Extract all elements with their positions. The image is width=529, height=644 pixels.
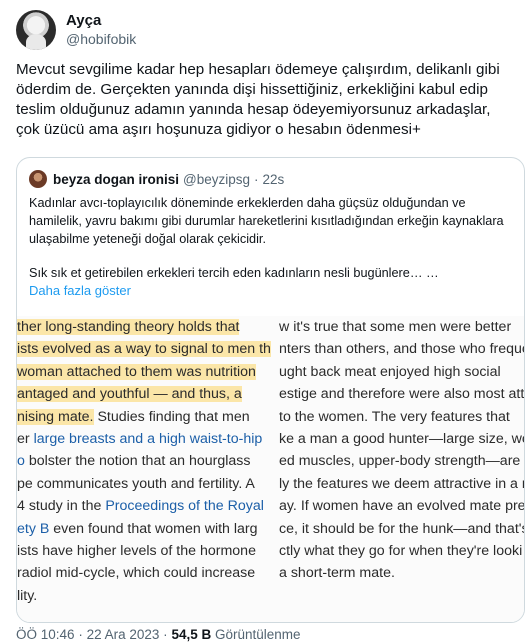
article-highlighted-text: ther long-standing theory holds that <box>17 319 240 335</box>
author-handle[interactable]: @hobifobik <box>66 30 136 48</box>
article-line: ce, it should be for the hunk—and that's <box>279 520 525 537</box>
quoted-tweet[interactable]: beyza dogan ironisi @beyzipsg · 22s Kadı… <box>16 157 525 623</box>
tweet-text: Mevcut sevgilime kadar hep hesapları öde… <box>16 61 500 138</box>
tweet-header: Ayça @hobifobik <box>16 10 513 50</box>
article-line: ught back meat enjoyed high social <box>279 363 501 380</box>
tweet-meta: ÖÖ 10:46 · 22 Ara 2023 · 54,5 B Görüntül… <box>16 627 301 643</box>
author-avatar[interactable] <box>16 10 56 50</box>
article-text: er <box>17 431 34 448</box>
article-highlighted-text: woman attached to them was nutrition <box>17 363 256 380</box>
article-text: 4 study in the <box>17 498 106 515</box>
quoted-media-image[interactable]: ther long-standing theory holds that ists… <box>17 316 525 622</box>
article-line: nising mate. Studies finding that men <box>17 406 272 428</box>
article-text: lity. <box>17 587 38 604</box>
article-line: pe communicates youth and fertility. A <box>17 473 272 495</box>
article-highlighted-text: nising mate. <box>17 408 94 425</box>
article-text: even found that women with larg <box>49 520 258 537</box>
article-line: estige and therefore were also most attr… <box>279 386 525 403</box>
quoted-author-handle: @beyzipsg <box>183 171 251 187</box>
article-right-column: w it's true that some men were better nte… <box>279 316 525 622</box>
article-line: ed muscles, upper-body strength—are e <box>279 453 525 470</box>
article-line: ay. If women have an evolved mate pref <box>279 498 525 515</box>
article-line: w it's true that some men were better <box>279 319 512 335</box>
quoted-text-paragraph-1: Kadınlar avcı-toplayıcılık döneminde erk… <box>29 196 504 246</box>
meta-separator: · <box>163 627 168 642</box>
meta-separator: · <box>78 627 83 642</box>
article-line: 4 study in the Proceedings of the Royal <box>17 495 272 517</box>
quoted-tweet-header: beyza dogan ironisi @beyzipsg · 22s <box>29 170 284 188</box>
article-line: ists evolved as a way to signal to men t… <box>17 338 272 360</box>
article-line: o bolster the notion that an hourglass <box>17 450 272 472</box>
article-line: a short-term mate. <box>279 565 395 582</box>
article-link-text: ety B <box>17 520 50 537</box>
article-line: er large breasts and a high waist-to-hip <box>17 428 272 450</box>
article-line: ther long-standing theory holds that <box>17 316 272 338</box>
quoted-text-paragraph-2: Sık sık et getirebilen erkekleri tercih … <box>29 266 439 280</box>
article-text: ists have higher levels of the hormone <box>17 543 256 560</box>
article-line: ly the features we deem attractive in a … <box>279 475 525 492</box>
article-line: nters than others, and those who frequen <box>279 341 525 358</box>
article-line: antaged and youthful — and thus, a <box>17 383 272 405</box>
article-line: ctly what they go for when they're looki <box>279 543 523 560</box>
article-left-column: ther long-standing theory holds that ists… <box>17 316 272 622</box>
views-count: 54,5 B <box>171 627 212 642</box>
quoted-author-avatar <box>29 170 47 188</box>
article-link-text: large breasts and a high waist-to-hip <box>33 431 263 448</box>
article-text: bolster the notion that an hourglass <box>24 453 251 470</box>
quoted-author-display-name: beyza dogan ironisi <box>53 171 180 187</box>
show-more-link[interactable]: Daha fazla göster <box>29 283 131 298</box>
article-highlighted-text: ists evolved as a way to signal to men t… <box>17 341 271 358</box>
article-text: pe communicates youth and fertility. A <box>17 475 255 492</box>
article-line: ke a man a good hunter—large size, wel <box>279 431 525 448</box>
views-label: Görüntülenme <box>214 627 301 642</box>
article-link-text: o <box>17 453 25 470</box>
article-line: ety B even found that women with larg <box>17 518 272 540</box>
article-link-text: Proceedings of the Royal <box>105 498 264 515</box>
tweet-time[interactable]: ÖÖ 10:46 <box>16 627 75 642</box>
article-line: ists have higher levels of the hormone <box>17 540 272 562</box>
author-names: Ayça @hobifobik <box>66 12 136 48</box>
article-highlighted-text: antaged and youthful — and thus, a <box>17 386 242 403</box>
tweet-date[interactable]: 22 Ara 2023 <box>87 627 160 642</box>
article-line: lity. <box>17 585 272 607</box>
article-text: Studies finding that men <box>93 408 250 425</box>
quoted-time: 22s <box>262 171 285 187</box>
author-display-name[interactable]: Ayça <box>66 12 136 30</box>
article-line: radiol mid-cycle, which could increase <box>17 562 272 584</box>
article-line: to the women. The very features that <box>279 408 510 425</box>
quoted-separator: · <box>254 171 259 187</box>
article-text: radiol mid-cycle, which could increase <box>17 565 256 582</box>
article-line: woman attached to them was nutrition <box>17 361 272 383</box>
